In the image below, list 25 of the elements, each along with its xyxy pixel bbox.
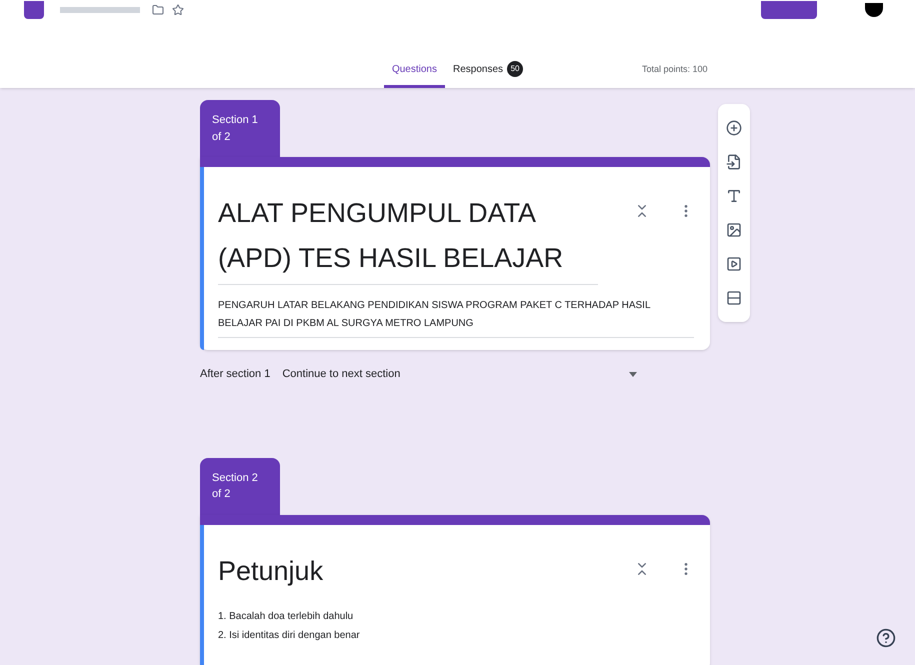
folder-icon[interactable] <box>152 4 164 16</box>
response-count-badge: 50 <box>507 61 524 77</box>
total-points: Total points: 100 <box>642 62 708 76</box>
tab[interactable]: Responses 50 <box>445 61 532 88</box>
section-badge: Section 1 of 2 <box>200 100 280 157</box>
star-icon[interactable] <box>172 4 184 16</box>
section-title[interactable]: ALAT PENGUMPUL DATA (APD) TES HASIL BELAJAR <box>218 191 598 286</box>
title-text-icon[interactable] <box>726 188 742 204</box>
video-icon[interactable] <box>726 256 742 272</box>
instruction-text: 2. Isi identitas diri dengan benar <box>218 629 361 644</box>
add-section-icon[interactable] <box>726 290 742 306</box>
forms-logo-icon <box>24 1 44 19</box>
section-description[interactable]: PENGARUH LATAR BELAKANG PENDIDIKAN SISWA PROGRAM PAKET C TERHADAP HASIL BELAJAR PAI DI PKBM AL SURGYA METRO LAMPUNG <box>218 297 694 338</box>
tab[interactable]: Questions <box>384 62 445 88</box>
add-question-icon[interactable] <box>726 120 742 136</box>
section-badge: Section 2 of 2 <box>200 458 280 515</box>
instruction-text: 1. Bacalah doa terlebih dahulu <box>218 610 354 624</box>
import-icon[interactable] <box>726 154 742 170</box>
image-icon[interactable] <box>726 222 742 238</box>
after-section-label: After section 1 <box>200 367 270 382</box>
section-title[interactable]: Petunjuk <box>218 548 598 594</box>
help-icon[interactable] <box>876 628 896 648</box>
next-section-dropdown[interactable]: Continue to next section <box>282 366 638 383</box>
avatar-icon[interactable] <box>865 3 883 17</box>
dropdown-arrow-icon <box>629 372 638 377</box>
